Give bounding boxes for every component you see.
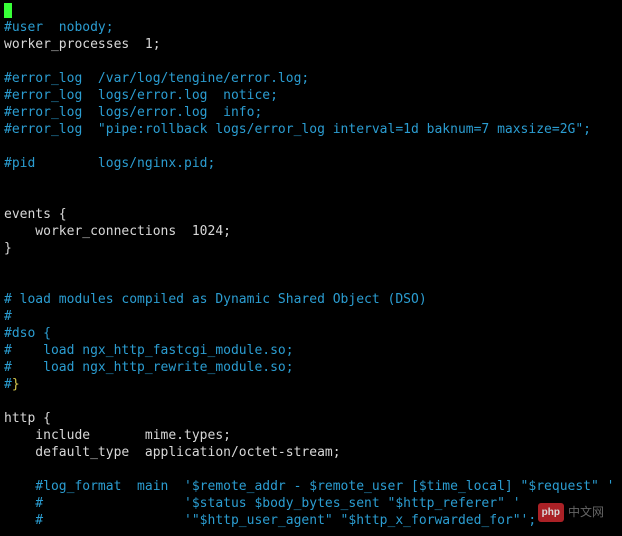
code-line: http { (4, 410, 618, 427)
code-line: #} (4, 376, 618, 393)
code-line: worker_processes 1; (4, 36, 618, 53)
code-line: # load ngx_http_rewrite_module.so; (4, 359, 618, 376)
code-line: include mime.types; (4, 427, 618, 444)
comment-text: #error_log "pipe:rollback logs/error_log… (4, 122, 591, 137)
code-line (4, 138, 618, 155)
code-text: include mime.types; (4, 428, 231, 443)
code-text: events { (4, 207, 67, 222)
code-line (4, 393, 618, 410)
comment-text: # load modules compiled as Dynamic Share… (4, 292, 427, 307)
code-line (4, 461, 618, 478)
code-line: #dso { (4, 325, 618, 342)
code-line (4, 53, 618, 70)
watermark-badge: php (538, 503, 564, 522)
code-text: worker_processes 1; (4, 37, 161, 52)
watermark: php 中文网 (530, 501, 612, 524)
code-line: events { (4, 206, 618, 223)
code-line (4, 274, 618, 291)
code-line: #pid logs/nginx.pid; (4, 155, 618, 172)
code-line (4, 189, 618, 206)
code-line: # (4, 308, 618, 325)
code-line (4, 529, 618, 536)
comment-text: #pid logs/nginx.pid; (4, 156, 215, 171)
comment-text: # (4, 309, 12, 324)
comment-text: # '$status $body_bytes_sent "$http_refer… (4, 496, 521, 511)
code-line: #error_log "pipe:rollback logs/error_log… (4, 121, 618, 138)
code-line: # load modules compiled as Dynamic Share… (4, 291, 618, 308)
comment-text: #log_format main '$remote_addr - $remote… (4, 479, 614, 494)
code-line: # '$status $body_bytes_sent "$http_refer… (4, 495, 618, 512)
code-line: worker_connections 1024; (4, 223, 618, 240)
code-line: #error_log logs/error.log notice; (4, 87, 618, 104)
comment-text: # (4, 377, 12, 392)
terminal-editor[interactable]: #user nobody; worker_processes 1; #error_l… (0, 0, 622, 536)
code-line (4, 2, 618, 19)
comment-text: #user nobody; (4, 20, 114, 35)
comment-text: #error_log logs/error.log notice; (4, 88, 278, 103)
comment-text: #error_log /var/log/tengine/error.log; (4, 71, 309, 86)
code-line (4, 172, 618, 189)
code-line: default_type application/octet-stream; (4, 444, 618, 461)
code-line: #user nobody; (4, 19, 618, 36)
code-text: http { (4, 411, 51, 426)
watermark-text: 中文网 (568, 504, 604, 521)
code-line: #log_format main '$remote_addr - $remote… (4, 478, 618, 495)
brace-text: } (12, 377, 20, 392)
comment-text: # '"$http_user_agent" "$http_x_forwarded… (4, 513, 536, 528)
code-line: } (4, 240, 618, 257)
code-line: #error_log logs/error.log info; (4, 104, 618, 121)
code-text: worker_connections 1024; (4, 224, 231, 239)
code-line: #error_log /var/log/tengine/error.log; (4, 70, 618, 87)
code-text: default_type application/octet-stream; (4, 445, 341, 460)
code-line: # '"$http_user_agent" "$http_x_forwarded… (4, 512, 618, 529)
comment-text: # load ngx_http_rewrite_module.so; (4, 360, 294, 375)
comment-text: #dso { (4, 326, 51, 341)
code-line: # load ngx_http_fastcgi_module.so; (4, 342, 618, 359)
comment-text: # load ngx_http_fastcgi_module.so; (4, 343, 294, 358)
cursor (4, 3, 12, 18)
code-text: } (4, 241, 12, 256)
code-line (4, 257, 618, 274)
comment-text: #error_log logs/error.log info; (4, 105, 262, 120)
